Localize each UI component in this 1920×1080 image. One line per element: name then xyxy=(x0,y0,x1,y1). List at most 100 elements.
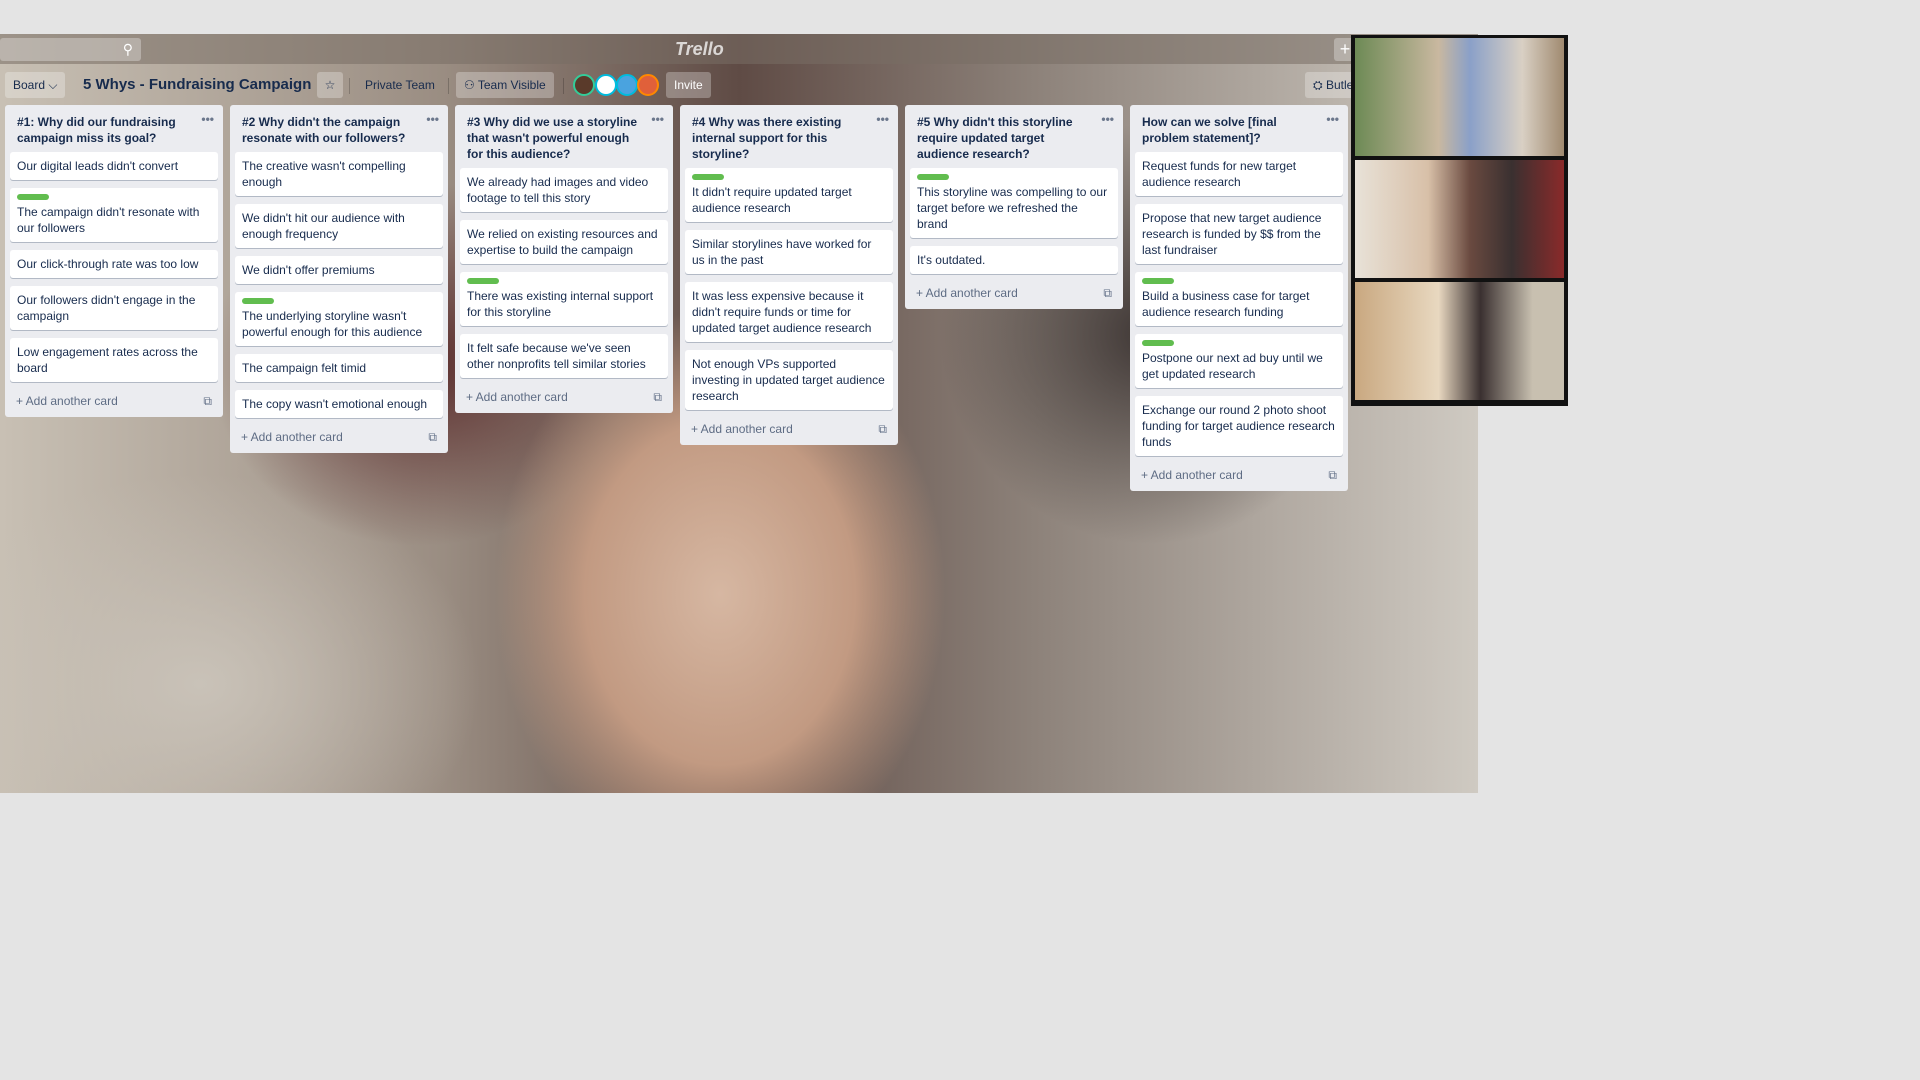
add-card-button[interactable]: + Add another card xyxy=(241,430,343,445)
card[interactable]: This storyline was compelling to our tar… xyxy=(910,168,1118,238)
add-card-button[interactable]: + Add another card xyxy=(16,394,118,409)
list-menu-icon[interactable]: ••• xyxy=(1326,111,1339,127)
card[interactable]: We relied on existing resources and expe… xyxy=(460,220,668,264)
visibility-button[interactable]: ⚇ Team Visible xyxy=(456,72,554,98)
card[interactable]: The campaign felt timid xyxy=(235,354,443,382)
card-text: The campaign felt timid xyxy=(242,361,367,375)
trello-logo[interactable]: Trello xyxy=(675,39,724,60)
card[interactable]: The copy wasn't emotional enough xyxy=(235,390,443,418)
list-title[interactable]: How can we solve [final problem statemen… xyxy=(1142,115,1277,145)
list-menu-icon[interactable]: ••• xyxy=(426,111,439,127)
board-title[interactable]: 5 Whys - Fundraising Campaign xyxy=(83,72,311,98)
card[interactable]: Postpone our next ad buy until we get up… xyxy=(1135,334,1343,388)
card[interactable]: Build a business case for target audienc… xyxy=(1135,272,1343,326)
top-bar: ⚲ Trello + xyxy=(0,34,1478,64)
avatar[interactable] xyxy=(573,74,595,96)
card[interactable]: The campaign didn't resonate with our fo… xyxy=(10,188,218,242)
list-title[interactable]: #1: Why did our fundraising campaign mis… xyxy=(17,115,176,145)
template-icon[interactable]: ⧉ xyxy=(1103,286,1112,301)
avatar[interactable] xyxy=(616,74,638,96)
list-menu-icon[interactable]: ••• xyxy=(876,111,889,127)
add-card-row: + Add another card ⧉ xyxy=(1135,464,1343,483)
card-text: The underlying storyline wasn't powerful… xyxy=(242,309,423,339)
card[interactable]: Low engagement rates across the board xyxy=(10,338,218,382)
list-header: How can we solve [final problem statemen… xyxy=(1135,105,1343,152)
template-icon[interactable]: ⧉ xyxy=(428,430,437,445)
list-header: #1: Why did our fundraising campaign mis… xyxy=(10,105,218,152)
video-call-panel xyxy=(1351,35,1568,406)
card[interactable]: It felt safe because we've seen other no… xyxy=(460,334,668,378)
participant-video[interactable] xyxy=(1355,160,1564,278)
card[interactable]: Exchange our round 2 photo shoot funding… xyxy=(1135,396,1343,456)
list-header: #5 Why didn't this storyline require upd… xyxy=(910,105,1118,168)
card[interactable]: Our followers didn't engage in the campa… xyxy=(10,286,218,330)
divider xyxy=(563,78,564,94)
add-card-button[interactable]: + Add another card xyxy=(466,390,568,405)
list-title[interactable]: #4 Why was there existing internal suppo… xyxy=(692,115,841,161)
add-card-button[interactable]: + Add another card xyxy=(916,286,1018,301)
template-icon[interactable]: ⧉ xyxy=(1328,468,1337,483)
avatar[interactable] xyxy=(637,74,659,96)
card-text: We already had images and video footage … xyxy=(467,175,649,205)
card-text: We didn't offer premiums xyxy=(242,263,375,277)
card[interactable]: It didn't require updated target audienc… xyxy=(685,168,893,222)
card[interactable]: It's outdated. xyxy=(910,246,1118,274)
card-text: Postpone our next ad buy until we get up… xyxy=(1142,351,1323,381)
team-button[interactable]: Private Team xyxy=(357,72,443,98)
add-card-button[interactable]: + Add another card xyxy=(691,422,793,437)
card-text: Low engagement rates across the board xyxy=(17,345,198,375)
list: How can we solve [final problem statemen… xyxy=(1130,105,1348,491)
search-input[interactable]: ⚲ xyxy=(0,38,141,61)
invite-button[interactable]: Invite xyxy=(666,72,711,98)
card-text: Our click-through rate was too low xyxy=(17,257,199,271)
card[interactable]: Propose that new target audience researc… xyxy=(1135,204,1343,264)
list: #3 Why did we use a storyline that wasn'… xyxy=(455,105,673,413)
card[interactable]: We already had images and video footage … xyxy=(460,168,668,212)
participant-video[interactable] xyxy=(1355,38,1564,156)
card[interactable]: We didn't hit our audience with enough f… xyxy=(235,204,443,248)
template-icon[interactable]: ⧉ xyxy=(203,394,212,409)
template-icon[interactable]: ⧉ xyxy=(653,390,662,405)
list-menu-icon[interactable]: ••• xyxy=(201,111,214,127)
list-menu-icon[interactable]: ••• xyxy=(651,111,664,127)
card-text: It was less expensive because it didn't … xyxy=(692,289,872,335)
card[interactable]: There was existing internal support for … xyxy=(460,272,668,326)
add-card-button[interactable]: + Add another card xyxy=(1141,468,1243,483)
green-label xyxy=(692,174,724,180)
card-text: Exchange our round 2 photo shoot funding… xyxy=(1142,403,1335,449)
green-label xyxy=(1142,278,1174,284)
card[interactable]: Request funds for new target audience re… xyxy=(1135,152,1343,196)
card[interactable]: We didn't offer premiums xyxy=(235,256,443,284)
search-icon: ⚲ xyxy=(122,41,133,57)
list: #2 Why didn't the campaign resonate with… xyxy=(230,105,448,453)
card[interactable]: It was less expensive because it didn't … xyxy=(685,282,893,342)
card-text: Request funds for new target audience re… xyxy=(1142,159,1297,189)
list-title[interactable]: #5 Why didn't this storyline require upd… xyxy=(917,115,1073,161)
card[interactable]: Not enough VPs supported investing in up… xyxy=(685,350,893,410)
card-text: It didn't require updated target audienc… xyxy=(692,185,852,215)
green-label xyxy=(917,174,949,180)
avatar[interactable] xyxy=(595,74,617,96)
participant-video[interactable] xyxy=(1355,282,1564,400)
card[interactable]: The creative wasn't compelling enough xyxy=(235,152,443,196)
card[interactable]: Our click-through rate was too low xyxy=(10,250,218,278)
list-title[interactable]: #2 Why didn't the campaign resonate with… xyxy=(242,115,405,145)
list-header: #3 Why did we use a storyline that wasn'… xyxy=(460,105,668,168)
card[interactable]: Similar storylines have worked for us in… xyxy=(685,230,893,274)
card-text: Not enough VPs supported investing in up… xyxy=(692,357,885,403)
template-icon[interactable]: ⧉ xyxy=(878,422,887,437)
visibility-label: Team Visible xyxy=(477,78,546,92)
card-text: The copy wasn't emotional enough xyxy=(242,397,428,411)
add-card-row: + Add another card ⧉ xyxy=(685,418,893,437)
add-card-row: + Add another card ⧉ xyxy=(235,426,443,445)
card[interactable]: Our digital leads didn't convert xyxy=(10,152,218,180)
board-view-button[interactable]: Board ⌵ xyxy=(5,72,66,98)
card-text: Similar storylines have worked for us in… xyxy=(692,237,872,267)
card[interactable]: The underlying storyline wasn't powerful… xyxy=(235,292,443,346)
list: #5 Why didn't this storyline require upd… xyxy=(905,105,1123,309)
star-icon[interactable]: ☆ xyxy=(317,72,343,98)
list-title[interactable]: #3 Why did we use a storyline that wasn'… xyxy=(467,115,637,161)
list-menu-icon[interactable]: ••• xyxy=(1101,111,1114,127)
card-text: Our digital leads didn't convert xyxy=(17,159,179,173)
divider xyxy=(349,78,350,94)
